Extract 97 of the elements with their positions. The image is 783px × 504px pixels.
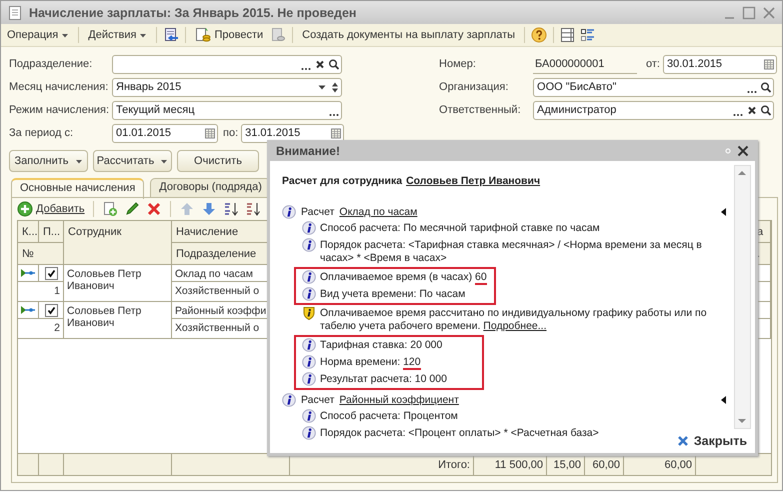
delete-icon xyxy=(146,201,162,217)
responsible-field[interactable]: Администратор xyxy=(533,100,774,120)
organization-field[interactable]: ООО "БисАвто" xyxy=(533,78,774,96)
caret-icon xyxy=(61,32,70,38)
scrollbar[interactable] xyxy=(734,165,751,429)
date-field[interactable]: 01.01.2015 xyxy=(112,124,218,142)
operation-menu[interactable]: Операция xyxy=(4,27,72,43)
column-header[interactable]: Сотрудник xyxy=(64,221,172,265)
dialog-title: Внимание! xyxy=(276,144,341,158)
help-icon xyxy=(531,27,548,43)
info-message: Тарифная ставка: 20 000 xyxy=(320,338,442,352)
field-label: по: xyxy=(223,127,238,139)
collapse-icon xyxy=(721,396,726,404)
close-icon xyxy=(676,435,689,447)
totals-label: Итого: xyxy=(438,459,470,471)
mode-field[interactable]: Текущий месяц xyxy=(112,100,342,120)
create-documents-button[interactable]: Создать документы на выплату зарплаты xyxy=(299,27,518,43)
add-icon xyxy=(17,201,33,217)
employee-link[interactable]: Соловьев Петр Иванович xyxy=(406,175,540,187)
document-icon xyxy=(7,4,23,20)
info-icon xyxy=(302,426,316,440)
calculation-title: Расчет xyxy=(301,394,334,406)
accrual-link[interactable]: Районный коэффициент xyxy=(339,394,459,406)
dropdown-button[interactable]: Рассчитать xyxy=(93,150,172,172)
date-field[interactable]: 30.01.2015 xyxy=(663,54,777,74)
sort-icon xyxy=(222,201,239,217)
info-message: Порядок расчета: <Тарифная ставка месячная> / <Норма времени за месяц в часах> * <Время в часах> xyxy=(320,238,703,265)
info-message: Вид учета времени: По часам xyxy=(320,287,466,301)
close-button[interactable] xyxy=(737,144,749,156)
field-label: Месяц начисления: xyxy=(9,81,110,93)
accrual-link[interactable]: Оклад по часам xyxy=(339,206,418,218)
column-header[interactable]: К... xyxy=(18,221,39,243)
warning-icon xyxy=(302,306,316,320)
column-header[interactable]: № xyxy=(18,243,64,265)
month-field[interactable]: Январь 2015 xyxy=(112,78,342,96)
field-label: Режим начисления: xyxy=(9,104,110,116)
pencil-icon xyxy=(124,201,140,217)
post-button[interactable]: Провести xyxy=(192,25,266,45)
field-label: За период с: xyxy=(9,127,74,139)
action-button[interactable]: Очистить xyxy=(177,150,259,172)
calculation-title: Расчет xyxy=(301,206,334,218)
checkbox[interactable] xyxy=(44,304,58,316)
table-cell: Соловьев Петр Иванович xyxy=(64,302,172,339)
close-dialog-button[interactable]: Закрыть xyxy=(676,434,747,448)
total-value: 15,00 xyxy=(553,459,581,471)
info-icon xyxy=(302,409,316,423)
up-arrow-icon xyxy=(178,201,195,217)
field-label: Подразделение: xyxy=(9,58,94,70)
total-value: 60,00 xyxy=(592,459,620,471)
total-value: 11 500,00 xyxy=(494,459,543,471)
info-icon xyxy=(302,355,316,369)
collapse-icon xyxy=(721,208,726,216)
table-cell: 2 xyxy=(18,319,64,339)
field-label: Ответственный: xyxy=(439,104,522,116)
row-marker-icon xyxy=(20,305,36,315)
info-message: Способ расчета: По месячной тарифной ставке по часам xyxy=(320,221,600,235)
date-field[interactable]: 31.01.2015 xyxy=(241,124,344,142)
sort-icon xyxy=(244,201,261,217)
document-coins-icon xyxy=(270,27,286,43)
table-cell: 1 xyxy=(18,282,64,302)
info-icon xyxy=(282,393,296,407)
row-marker-icon xyxy=(20,268,36,278)
caret-icon xyxy=(139,32,148,38)
tab[interactable]: Основные начисления xyxy=(11,178,144,199)
down-arrow-icon xyxy=(200,201,217,217)
window-title: Начисление зарплаты: За Январь 2015. Не проведен xyxy=(29,6,358,20)
info-message: Норма времени: 120 xyxy=(320,355,421,369)
list-settings-icon xyxy=(560,27,576,43)
field-label: от: xyxy=(646,58,660,70)
column-header[interactable]: П... xyxy=(39,221,64,243)
info-message: Результат расчета: 10 000 xyxy=(320,372,447,386)
checkbox[interactable] xyxy=(44,266,58,280)
info-icon xyxy=(302,270,316,284)
subdivision-field[interactable] xyxy=(112,54,342,74)
info-icon xyxy=(302,372,316,386)
info-message: Способ расчета: Процентом xyxy=(320,409,458,423)
checkbox-list-icon xyxy=(580,27,596,43)
info-message: Оплачиваемое время (в часах) 60 xyxy=(320,270,487,284)
field-label: Номер: xyxy=(439,58,477,70)
info-message: Порядок расчета: <Процент оплаты> * <Расчетная база> xyxy=(320,426,599,440)
copy-add-icon xyxy=(102,201,118,217)
info-icon xyxy=(282,205,296,219)
info-icon xyxy=(302,221,316,235)
dropdown-button[interactable]: Заполнить xyxy=(9,150,88,172)
number-field[interactable]: БА000000001 xyxy=(533,54,638,74)
add-button[interactable]: Добавить xyxy=(17,201,85,217)
field-label: Организация: xyxy=(439,81,510,93)
info-icon xyxy=(302,238,316,252)
info-icon xyxy=(302,338,316,352)
info-icon xyxy=(302,287,316,301)
dialog-heading: Расчет для сотрудника xyxy=(282,175,402,187)
actions-menu[interactable]: Действия xyxy=(85,27,150,43)
details-link[interactable]: Подробнее... xyxy=(483,320,547,332)
maximize-button[interactable] xyxy=(742,6,756,20)
total-value: 60,00 xyxy=(664,459,692,471)
document-coins-icon xyxy=(195,27,212,43)
table-cell: Соловьев Петр Иванович xyxy=(64,265,172,302)
